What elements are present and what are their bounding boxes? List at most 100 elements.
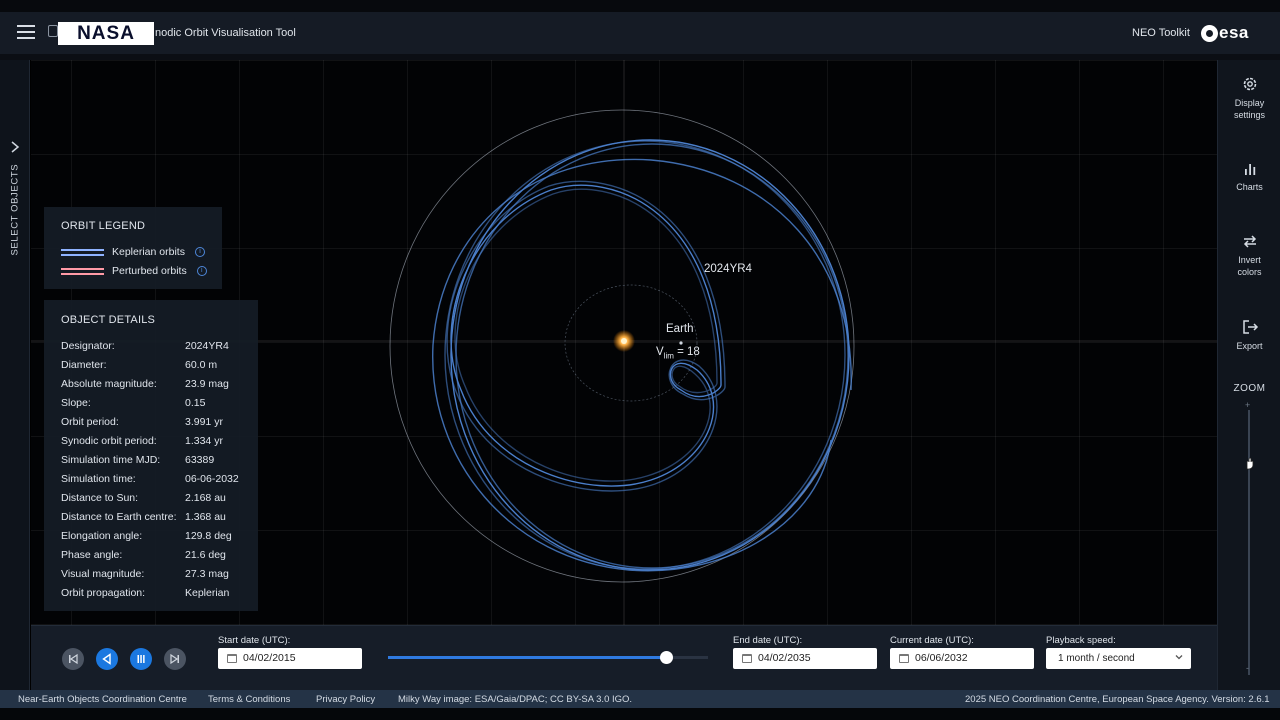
display-settings-line-1: Display: [1234, 98, 1265, 108]
pause-icon: [137, 655, 145, 663]
vinf-subscript: lim: [663, 351, 674, 361]
asteroid-label: 2024YR4: [704, 263, 752, 275]
select-objects-tab[interactable]: SELECT OBJECTS: [3, 164, 25, 260]
detail-key: Designator:: [61, 340, 115, 352]
timeline-progress: [388, 656, 667, 659]
detail-key: Elongation angle:: [61, 530, 143, 542]
info-icon[interactable]: i: [196, 266, 207, 276]
start-date-label: Start date (UTC):: [218, 635, 291, 646]
zoom-minus[interactable]: -: [1246, 663, 1249, 673]
end-date-label: End date (UTC):: [733, 635, 803, 646]
top-bar: NASA nodic Orbit Visualisation Tool NEO …: [0, 0, 1280, 60]
orbit-legend-title: ORBIT LEGEND: [61, 220, 146, 232]
charts-button[interactable]: Charts: [1218, 161, 1280, 193]
footer-copyright: 2025 NEO Coordination Centre, European S…: [965, 694, 1270, 705]
playback-speed-label: Playback speed:: [1046, 635, 1116, 646]
vinf-value: = 18: [673, 346, 700, 358]
legend-item-keplerian: Keplerian orbits i: [61, 246, 205, 258]
vinf-prefix: V: [656, 346, 664, 358]
invert-colors-label: Invert colors: [1218, 254, 1280, 278]
hamburger-menu-icon[interactable]: [17, 25, 35, 39]
app-icon: [48, 25, 58, 37]
app-title: nodic Orbit Visualisation Tool: [155, 27, 296, 39]
export-label: Export: [1236, 341, 1263, 351]
current-date-value: 06/06/2032: [915, 652, 968, 664]
skip-to-end-button[interactable]: [164, 648, 186, 670]
object-details-panel: OBJECT DETAILS Designator: 2024YR4 Diamet…: [44, 300, 258, 611]
timeline-slider[interactable]: [388, 651, 708, 664]
export-icon: [1242, 320, 1258, 334]
detail-key: Distance to Sun:: [61, 492, 139, 504]
chevron-right-icon[interactable]: [8, 140, 22, 154]
detail-key: Slope:: [61, 397, 91, 409]
current-date-label: Current date (UTC):: [890, 635, 974, 646]
vinf-label: Vlim = 18: [656, 346, 700, 360]
bottom-strip: [0, 708, 1280, 720]
detail-value: 3.991 yr: [185, 416, 223, 428]
current-date-field[interactable]: 06/06/2032: [890, 648, 1034, 669]
start-date-value: 04/02/2015: [243, 652, 296, 664]
display-settings-line-2: settings: [1233, 110, 1266, 120]
detail-value: 2.168 au: [185, 492, 226, 504]
display-settings-button[interactable]: Display settings: [1218, 75, 1280, 121]
bar-chart-icon: [1244, 164, 1255, 175]
zoom-slider[interactable]: [1248, 410, 1250, 675]
detail-key: Orbit period:: [61, 416, 119, 428]
gear-icon: [1243, 77, 1256, 91]
invert-colors-line-1: Invert: [1238, 255, 1261, 265]
esa-logo-icon: [1201, 24, 1218, 42]
detail-value: 27.3 mag: [185, 568, 229, 580]
earth-label: Earth: [666, 323, 694, 335]
legend-label-keplerian: Keplerian orbits: [112, 246, 185, 258]
detail-key: Absolute magnitude:: [61, 378, 157, 390]
skip-back-icon: [69, 653, 78, 665]
detail-key: Phase angle:: [61, 549, 123, 561]
footer-privacy-link[interactable]: Privacy Policy: [316, 694, 375, 705]
chevron-down-icon: [1175, 655, 1183, 660]
export-button[interactable]: Export: [1218, 318, 1280, 352]
start-date-field[interactable]: 04/02/2015: [218, 648, 362, 669]
timeline-knob[interactable]: [660, 651, 674, 664]
pause-button[interactable]: [130, 648, 152, 670]
detail-value: 63389: [185, 454, 215, 466]
legend-label-perturbed: Perturbed orbits: [112, 265, 187, 277]
esa-logo[interactable]: esa: [1201, 22, 1249, 44]
play-reverse-button[interactable]: [96, 648, 118, 670]
end-date-field[interactable]: 04/02/2035: [733, 648, 877, 669]
skip-forward-icon: [170, 653, 179, 665]
neo-toolkit-link[interactable]: NEO Toolkit: [1132, 27, 1190, 39]
footer-neocc-link[interactable]: Near-Earth Objects Coordination Centre: [18, 694, 187, 705]
left-rail: SELECT OBJECTS: [0, 60, 30, 690]
detail-value: 06-06-2032: [185, 473, 239, 485]
zoom-label: ZOOM: [1233, 383, 1266, 394]
object-details-title: OBJECT DETAILS: [61, 314, 156, 326]
esa-logo-text: esa: [1219, 23, 1249, 42]
detail-value: 2024YR4: [185, 340, 229, 352]
invert-colors-button[interactable]: Invert colors: [1218, 232, 1280, 278]
swap-arrows-icon: [1243, 235, 1256, 248]
detail-key: Diameter:: [61, 359, 107, 371]
footer-terms-link[interactable]: Terms & Conditions: [208, 694, 290, 705]
detail-value: 0.15: [185, 397, 206, 409]
select-objects-label: SELECT OBJECTS: [9, 163, 21, 256]
playback-speed-value: 1 month / second: [1058, 653, 1135, 664]
zoom-plus[interactable]: +: [1245, 400, 1250, 410]
skip-to-start-button[interactable]: [62, 648, 84, 670]
detail-key: Synodic orbit period:: [61, 435, 157, 447]
detail-key: Orbit propagation:: [61, 587, 146, 599]
orbit-legend-panel: ORBIT LEGEND Keplerian orbits i Perturbe…: [44, 207, 222, 289]
info-icon[interactable]: i: [194, 247, 205, 257]
keplerian-swatch: [61, 248, 104, 256]
end-date-value: 04/02/2035: [758, 652, 811, 664]
right-rail: Display settings Charts Invert colors Expo…: [1217, 60, 1280, 690]
footer-milkyway-credit: Milky Way image: ESA/Gaia/DPAC; CC BY-SA…: [398, 694, 633, 705]
playback-speed-select[interactable]: 1 month / second: [1046, 648, 1191, 669]
footer: Near-Earth Objects Coordination Centre T…: [0, 690, 1280, 708]
charts-label: Charts: [1236, 182, 1263, 192]
synodic-orbit-path: [432, 139, 852, 572]
calendar-icon: [742, 654, 752, 663]
detail-value: 1.334 yr: [185, 435, 223, 447]
detail-key: Simulation time:: [61, 473, 136, 485]
legend-item-perturbed: Perturbed orbits i: [61, 265, 207, 277]
hand-cursor-icon[interactable]: [1242, 456, 1256, 470]
